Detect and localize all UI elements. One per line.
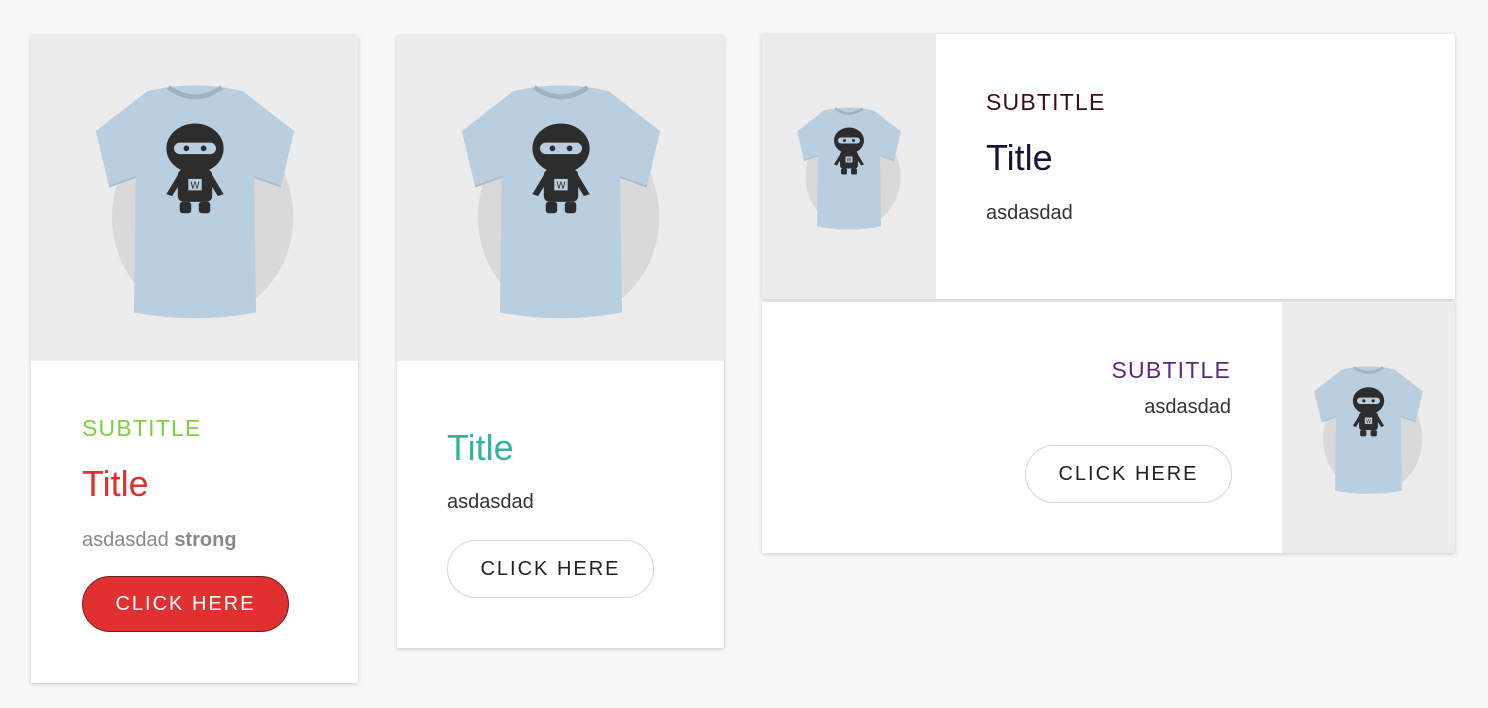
card2-image-area	[397, 35, 724, 361]
tshirt-image	[456, 73, 666, 323]
card4-image-area	[1282, 302, 1455, 553]
card1-image-area	[31, 35, 358, 361]
card1-text-regular: asdasdad	[82, 529, 169, 551]
card3-image-area	[762, 34, 936, 299]
product-card-4: SUBTITLE asdasdad CLICK HERE	[762, 302, 1455, 553]
card2-text: asdasdad	[447, 491, 534, 513]
card3-subtitle: SUBTITLE	[986, 89, 1106, 115]
card4-text: asdasdad	[1144, 396, 1231, 418]
product-card-2: Title asdasdad CLICK HERE	[397, 35, 724, 648]
card4-click-button[interactable]: CLICK HERE	[1025, 445, 1232, 503]
card2-click-button[interactable]: CLICK HERE	[447, 540, 654, 598]
tshirt-image	[794, 99, 904, 234]
card1-subtitle: SUBTITLE	[82, 415, 202, 441]
card1-click-button[interactable]: CLICK HERE	[82, 576, 289, 632]
tshirt-image	[90, 73, 300, 323]
product-card-1: SUBTITLE Title asdasdad strong CLICK HER…	[31, 35, 358, 683]
card1-text: asdasdad strong	[82, 529, 237, 552]
card4-subtitle: SUBTITLE	[1111, 357, 1231, 383]
card3-title: Title	[986, 137, 1053, 178]
tshirt-image	[1311, 358, 1426, 498]
product-card-3: SUBTITLE Title asdasdad	[762, 34, 1455, 299]
card2-title: Title	[447, 427, 514, 468]
card1-text-strong: strong	[174, 529, 237, 551]
card3-text: asdasdad	[986, 202, 1073, 224]
card1-title: Title	[82, 463, 149, 504]
